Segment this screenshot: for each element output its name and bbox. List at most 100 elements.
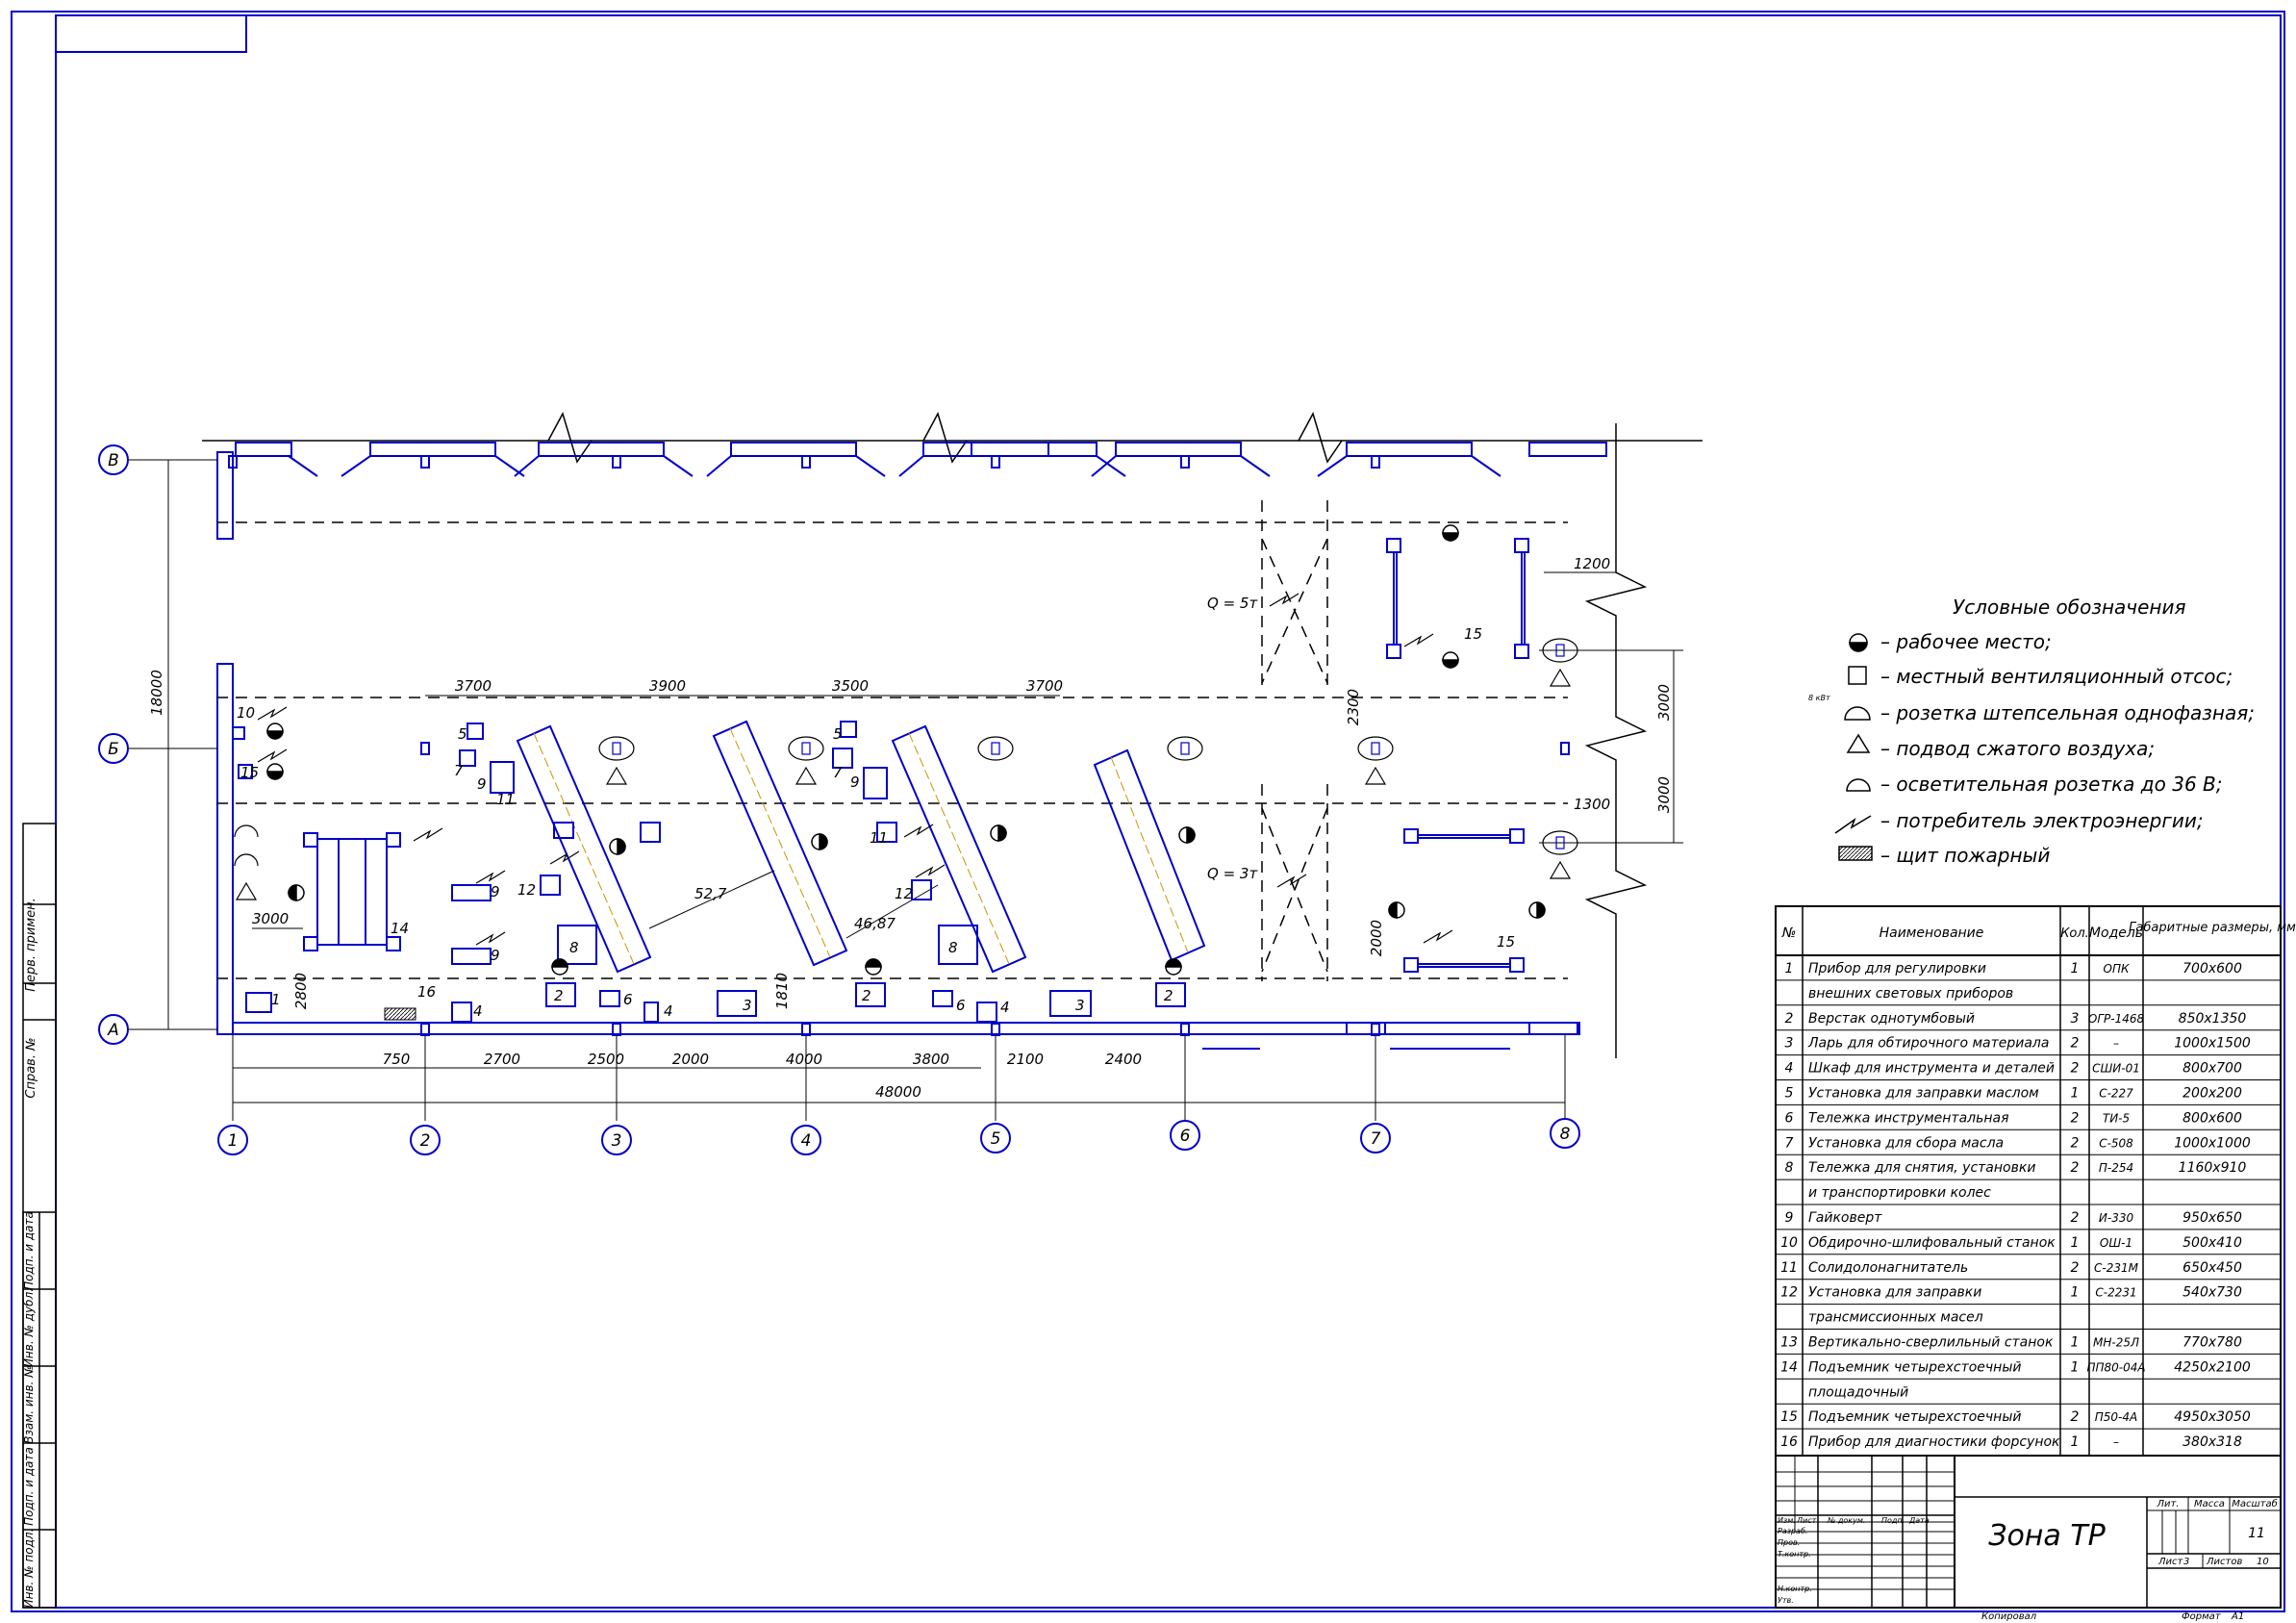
axis-label-a: А: [107, 1021, 119, 1040]
dim-bottom: 3800: [913, 1051, 949, 1068]
spec-cell: 2: [2071, 1135, 2080, 1151]
side-label: Подп. и дата: [22, 1211, 36, 1290]
spec-cell: Солидолонагнитатель: [1808, 1260, 1968, 1276]
dim-1810: 1810: [773, 973, 791, 1009]
eq-label: 14: [391, 920, 409, 937]
dim-right: 1300: [1574, 796, 1610, 813]
sheets-label: Листов: [2206, 1557, 2242, 1567]
legend-item: – щит пожарный: [1880, 844, 2050, 867]
format-label: Формат: [2182, 1611, 2222, 1622]
eq-label: 5: [458, 725, 467, 743]
stamp-role: Т.контр.: [1778, 1550, 1811, 1559]
dim-bottom: 2700: [484, 1051, 520, 1068]
axis-label-v: В: [108, 451, 119, 470]
eq-label: 9: [491, 883, 500, 900]
spec-cell: –: [2113, 1037, 2119, 1051]
dim-top: 3900: [649, 677, 686, 695]
spec-cell: С-227: [2099, 1087, 2133, 1101]
spec-cell: Установка для сбора масла: [1808, 1135, 2004, 1151]
spec-cell: 4950x3050: [2174, 1409, 2251, 1425]
sheet-value: 3: [2183, 1557, 2189, 1567]
dim-top: 3500: [832, 677, 869, 695]
spec-cell: Обдирочно-шлифовальный станок: [1808, 1235, 2056, 1251]
side-label: Инв. № подл.: [22, 1529, 36, 1609]
spec-cell: 2: [2071, 1036, 2080, 1052]
spec-cell: 1: [2071, 1235, 2080, 1251]
eq-label: 9: [477, 775, 487, 793]
drawing-sheet: Перв. примен. Справ. № Подп. и дата Инв.…: [11, 11, 2296, 1622]
crane-label-5t: Q = 5т: [1207, 595, 1258, 612]
side-label: Справ. №: [24, 1037, 38, 1098]
spec-cell: С-2231: [2095, 1286, 2136, 1300]
stamp-role: Утв.: [1778, 1596, 1794, 1605]
spec-cell: 1: [2071, 1086, 2080, 1102]
spec-cell: трансмиссионных масел: [1808, 1310, 1983, 1326]
spec-cell: П-254: [2099, 1161, 2133, 1175]
spec-cell: Подъемник четырехстоечный: [1808, 1359, 2021, 1375]
spec-header: Кол.: [2060, 926, 2089, 941]
spec-header: Габаритные размеры, мм: [2129, 921, 2296, 935]
spec-cell: 800x600: [2182, 1110, 2242, 1126]
axis-label-7: 7: [1371, 1129, 1381, 1149]
dim-2800: 2800: [292, 973, 310, 1009]
spec-cell: Прибор для диагностики форсунок: [1808, 1434, 2060, 1450]
eq-label: 4: [664, 1002, 673, 1020]
stamp-col: Подп.: [1881, 1516, 1905, 1525]
spec-cell: С-508: [2099, 1136, 2133, 1150]
spec-cell: 1000x1000: [2174, 1135, 2251, 1151]
spec-cell: 1: [2071, 961, 2080, 976]
spec-cell: 380x318: [2182, 1434, 2242, 1450]
spec-cell: 4250x2100: [2174, 1359, 2251, 1375]
diag-dim: 46,87: [854, 915, 896, 932]
spec-cell: 13: [1780, 1335, 1798, 1351]
spec-cell: 1160x910: [2179, 1160, 2247, 1176]
dim-bottom: 2000: [672, 1051, 709, 1068]
stamp-col: Дата: [1908, 1516, 1930, 1525]
spec-cell: 6: [1785, 1110, 1794, 1126]
eq-label: 6: [956, 997, 966, 1014]
spec-cell: 3: [1785, 1036, 1794, 1052]
spec-cell: Установка для заправки: [1808, 1285, 1981, 1301]
dim-right: 3000: [1655, 776, 1673, 813]
stamp-role: Пров.: [1778, 1538, 1800, 1547]
spec-cell: 14: [1780, 1359, 1798, 1375]
spec-cell: 770x780: [2182, 1335, 2242, 1351]
spec-cell: ТИ-5: [2103, 1111, 2130, 1125]
sheet-label: Лист: [2157, 1557, 2184, 1567]
spec-cell: И-330: [2099, 1211, 2134, 1225]
legend-item: – подвод сжатого воздуха;: [1880, 737, 2155, 760]
spec-cell: 2: [2071, 1160, 2080, 1176]
axis-label-4: 4: [801, 1131, 812, 1151]
spec-cell: Тележка для снятия, установки: [1808, 1160, 2035, 1176]
dim-bottom: 2500: [588, 1051, 624, 1068]
spec-cell: Тележка инструментальная: [1808, 1110, 2009, 1126]
legend-item: – потребитель электроэнергии;: [1880, 809, 2204, 832]
eq-label: 3: [1075, 997, 1085, 1014]
dim-top: 3700: [455, 677, 492, 695]
sheets-value: 10: [2257, 1557, 2269, 1567]
dim-bottom: 2100: [1007, 1051, 1044, 1068]
diag-dim: 52,7: [694, 885, 727, 902]
stamp-col: Лист: [1796, 1516, 1817, 1525]
spec-cell: ОГР-1468: [2088, 1012, 2145, 1026]
spec-cell: 2: [2071, 1260, 2080, 1276]
eq-label: 9: [850, 773, 860, 791]
dim-left: 18000: [148, 670, 165, 716]
spec-cell: МН-25Л: [2093, 1336, 2139, 1350]
spec-cell: –: [2113, 1435, 2119, 1449]
copied-label: Копировал: [1981, 1611, 2037, 1622]
side-stamp-labels: Перв. примен. Справ. № Подп. и дата Инв.…: [22, 898, 38, 1608]
eq-label: 10: [237, 704, 255, 722]
axis-label-2: 2: [420, 1131, 431, 1151]
dim-right: 3000: [1655, 684, 1673, 721]
spec-cell: Установка для заправки маслом: [1808, 1086, 2039, 1102]
spec-cell: Шкаф для инструмента и деталей: [1808, 1061, 2055, 1077]
eq-label: 3: [743, 997, 752, 1014]
mass-label: Масса: [2194, 1499, 2225, 1509]
sheet-number: 11: [2248, 1526, 2265, 1541]
eq-label: 11: [870, 829, 888, 847]
spec-cell: ОПК: [2104, 962, 2130, 976]
spec-cell: 1: [2071, 1359, 2080, 1375]
spec-cell: 16: [1780, 1434, 1798, 1450]
spec-cell: 2: [2071, 1210, 2080, 1226]
